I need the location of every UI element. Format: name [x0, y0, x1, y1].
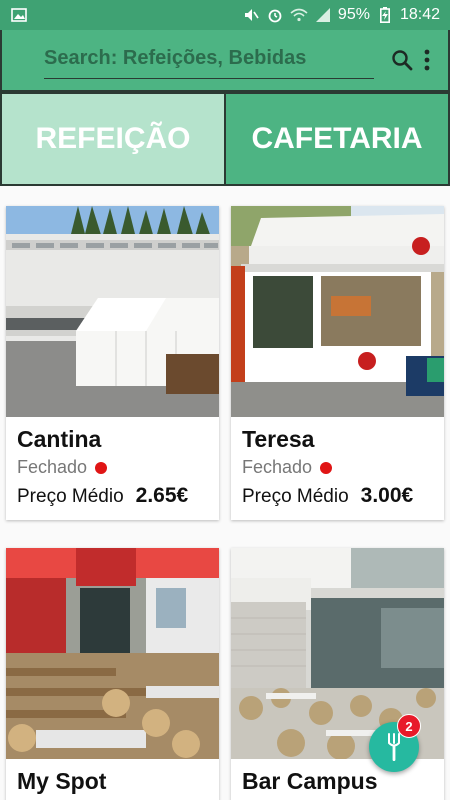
price-value: 2.65€ — [135, 484, 189, 507]
alarm-icon — [266, 7, 284, 23]
venue-status-label: Fechado — [17, 457, 88, 477]
wifi-icon — [290, 7, 308, 23]
price-label: Preço Médio — [17, 486, 124, 507]
venue-name: My Spot — [17, 768, 107, 794]
price-value: 3.00€ — [360, 484, 414, 507]
venue-name: Bar Campus — [242, 768, 378, 794]
search-icon — [392, 50, 413, 71]
cutlery-icon — [388, 733, 400, 761]
cart-count-badge: 2 — [397, 714, 421, 738]
battery-level: 95% — [337, 6, 370, 23]
tab-cafetaria[interactable]: CAFETARIA — [226, 92, 450, 186]
search-button[interactable] — [384, 42, 420, 78]
search-input[interactable] — [44, 47, 374, 70]
closed-indicator-dot — [320, 461, 333, 474]
more-vert-icon — [424, 49, 430, 71]
venue-status-label: Fechado — [242, 457, 313, 477]
venue-name: Teresa — [242, 426, 315, 452]
venue-card-teresa[interactable]: Teresa Fechado Preço Médio 3.00€ — [231, 206, 444, 520]
mute-icon — [242, 7, 260, 23]
tab-refeicao[interactable]: REFEIÇÃO — [0, 92, 226, 186]
search-field[interactable] — [44, 41, 374, 79]
venue-card-cantina[interactable]: Cantina Fechado Preço Médio 2.65€ — [6, 206, 219, 520]
venue-name: Cantina — [17, 426, 102, 452]
venue-price: Preço Médio 3.00€ — [242, 484, 433, 508]
venue-card-my-spot[interactable]: My Spot — [6, 548, 219, 800]
price-label: Preço Médio — [242, 486, 349, 507]
category-tabs: REFEIÇÃO CAFETARIA — [0, 92, 450, 186]
venue-status: Fechado — [17, 457, 208, 478]
tab-cafetaria-label: CAFETARIA — [251, 122, 423, 155]
closed-indicator-dot — [95, 461, 108, 474]
tab-refeicao-label: REFEIÇÃO — [35, 122, 191, 155]
image-icon — [10, 7, 28, 23]
venue-photo-cantina — [6, 206, 219, 417]
venue-photo-my-spot — [6, 548, 219, 759]
battery-charging-icon — [376, 7, 394, 23]
signal-icon — [314, 7, 332, 23]
overflow-menu-button[interactable] — [420, 42, 434, 78]
status-bar: 95% 18:42 — [0, 0, 450, 30]
venue-status: Fechado — [242, 457, 433, 478]
venue-price: Preço Médio 2.65€ — [17, 484, 208, 508]
search-toolbar — [0, 30, 450, 92]
venue-grid: Cantina Fechado Preço Médio 2.65€ Teresa… — [0, 186, 450, 800]
clock-time: 18:42 — [399, 6, 440, 23]
venue-photo-teresa — [231, 206, 444, 417]
